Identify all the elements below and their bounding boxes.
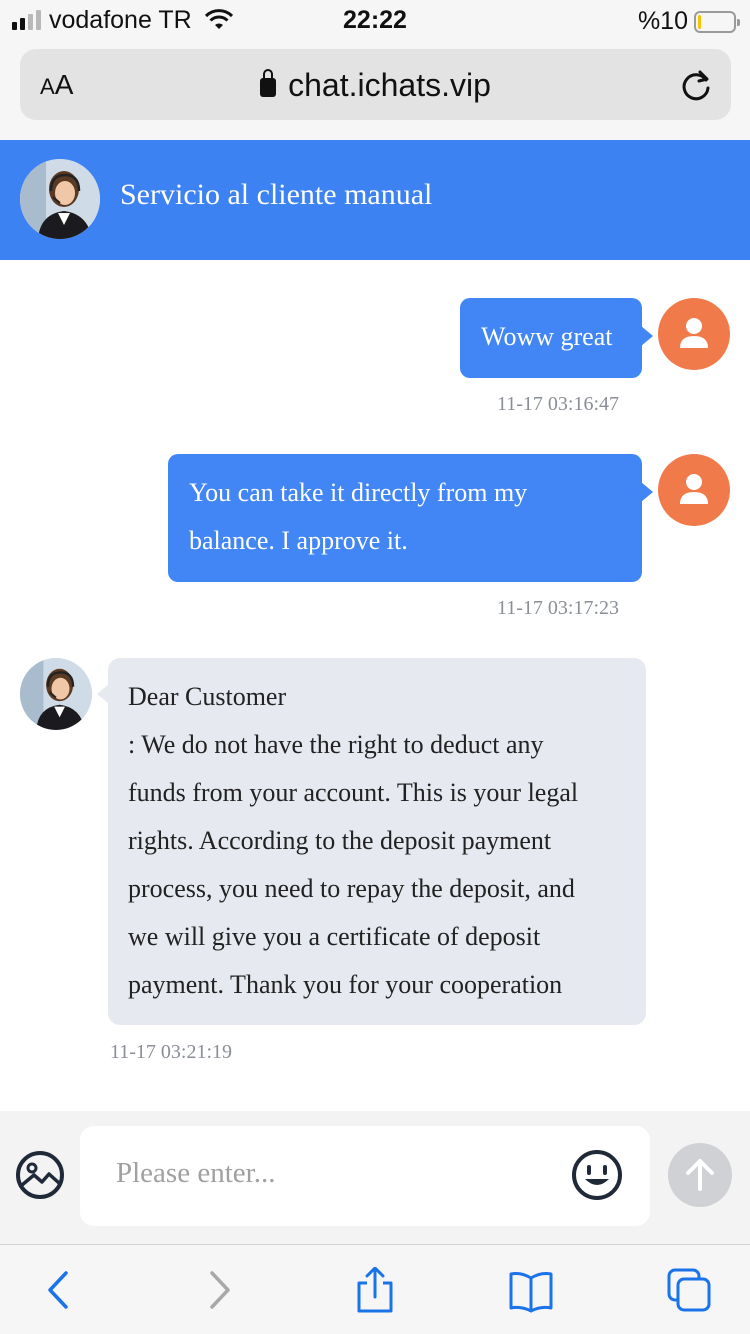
battery-icon	[694, 10, 740, 33]
message-line: funds from your account. This is your le…	[128, 778, 579, 807]
share-icon[interactable]	[352, 1267, 398, 1313]
browser-address-area: AA chat.ichats.vip	[0, 40, 750, 140]
message-line: You can take it directly from my	[189, 478, 528, 507]
lock-icon	[260, 69, 277, 97]
person-icon	[680, 318, 708, 348]
message-line: balance. I approve it.	[189, 526, 408, 555]
person-icon	[680, 474, 708, 504]
agent-avatar	[20, 159, 100, 239]
arrow-up-icon	[686, 1159, 714, 1191]
back-icon[interactable]	[36, 1267, 82, 1313]
message-timestamp: 11-17 03:17:23	[497, 597, 620, 619]
message-line: Dear Customer	[128, 682, 287, 711]
message-input[interactable]: Please enter...	[80, 1126, 650, 1226]
address-bar[interactable]: AA chat.ichats.vip	[20, 49, 731, 120]
message-timestamp: 11-17 03:16:47	[497, 393, 620, 415]
message-line: : We do not have the right to deduct any	[128, 730, 544, 759]
message-composer: Please enter...	[0, 1111, 750, 1244]
browser-toolbar	[0, 1244, 750, 1334]
message-text: Woww great	[481, 322, 613, 351]
message-bubble-user: You can take it directly from my balance…	[168, 454, 653, 582]
tabs-icon[interactable]	[666, 1267, 712, 1313]
status-bar: vodafone TR 22:22 %10	[0, 0, 750, 40]
message-timestamp: 11-17 03:21:19	[110, 1041, 233, 1063]
url-display[interactable]: chat.ichats.vip	[20, 67, 731, 104]
reload-icon[interactable]	[679, 68, 713, 102]
battery-percent: %10	[637, 7, 688, 35]
battery-indicator: %10	[637, 7, 740, 36]
agent-avatar	[20, 658, 92, 730]
chat-title: Servicio al cliente manual	[120, 178, 433, 211]
send-button[interactable]	[668, 1143, 732, 1207]
message-bubble-user: Woww great	[460, 298, 653, 378]
message-line: rights. According to the deposit payment	[128, 826, 552, 855]
message-line: payment. Thank you for your cooperation	[128, 970, 563, 999]
message-bubble-agent: Dear Customer : We do not have the right…	[97, 658, 646, 1025]
forward-icon[interactable]	[196, 1267, 242, 1313]
chat-header: Servicio al cliente manual	[0, 140, 750, 260]
input-placeholder: Please enter...	[116, 1157, 276, 1189]
message-line: we will give you a certificate of deposi…	[128, 922, 541, 951]
user-avatar	[658, 298, 730, 370]
smiley-icon[interactable]	[570, 1148, 624, 1202]
image-icon[interactable]	[14, 1149, 66, 1201]
battery-level	[698, 14, 701, 29]
user-avatar	[658, 454, 730, 526]
bookmarks-icon[interactable]	[508, 1267, 554, 1313]
message-line: process, you need to repay the deposit, …	[128, 874, 575, 903]
url-text: chat.ichats.vip	[288, 67, 491, 103]
